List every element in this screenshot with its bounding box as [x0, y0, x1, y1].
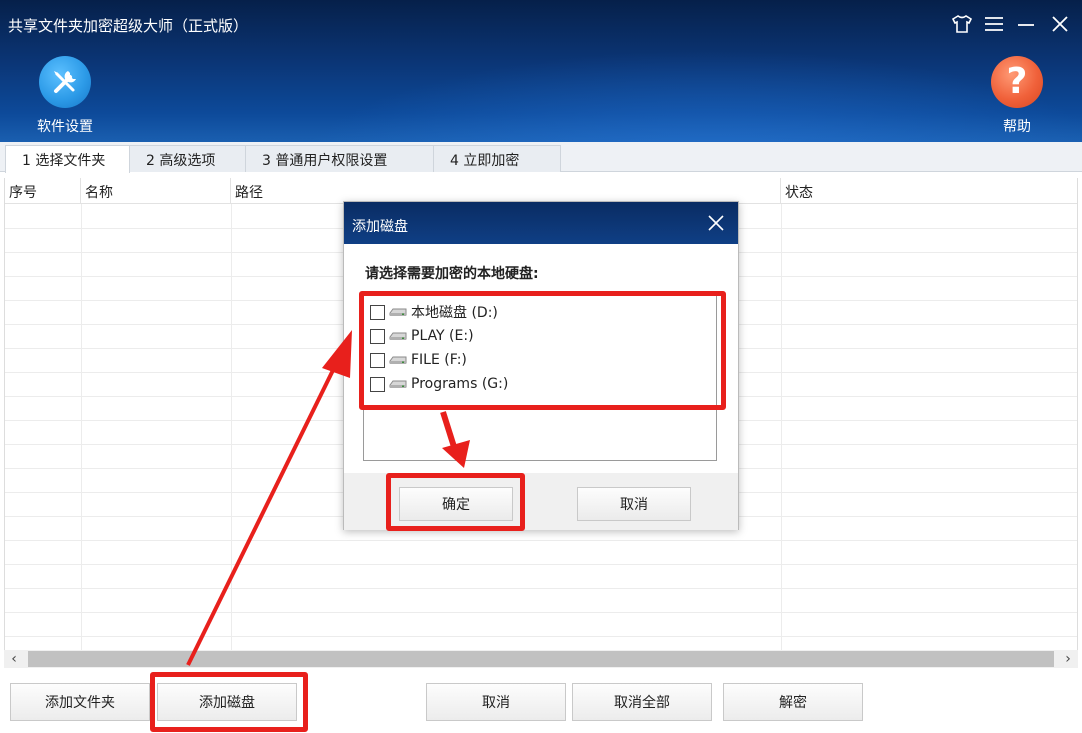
- scroll-left-icon[interactable]: ‹: [4, 650, 24, 668]
- scrollbar-thumb[interactable]: [28, 651, 1054, 667]
- app-header: 共享文件夹加密超级大师（正式版） 软件设置 ? 帮助: [0, 0, 1082, 142]
- table-row-line: [5, 588, 1077, 589]
- scroll-right-icon[interactable]: ›: [1058, 650, 1078, 668]
- shirt-icon[interactable]: [950, 12, 974, 36]
- column-header-status[interactable]: 状态: [781, 178, 1077, 204]
- menu-icon[interactable]: [982, 12, 1006, 36]
- cancel-all-button[interactable]: 取消全部: [572, 683, 712, 721]
- tab-encrypt-now[interactable]: 4 立即加密: [433, 145, 561, 172]
- tab-bar: 1 选择文件夹 2 高级选项 3 普通用户权限设置 4 立即加密: [0, 142, 1082, 173]
- table-column-line: [781, 204, 782, 650]
- add-folder-button[interactable]: 添加文件夹: [10, 683, 150, 721]
- table-column-line: [231, 204, 232, 650]
- help-button[interactable]: ? 帮助: [977, 56, 1057, 136]
- annotation-box-add-disk: [150, 672, 308, 732]
- table-row-line: [5, 612, 1077, 613]
- tab-advanced-options[interactable]: 2 高级选项: [129, 145, 246, 172]
- question-mark-icon: ?: [991, 56, 1043, 108]
- table-column-line: [81, 204, 82, 650]
- settings-button[interactable]: 软件设置: [25, 56, 105, 136]
- table-row-line: [5, 636, 1077, 637]
- help-label: 帮助: [1003, 119, 1031, 135]
- tab-select-folder[interactable]: 1 选择文件夹: [5, 145, 130, 173]
- dialog-title: 添加磁盘: [352, 219, 408, 235]
- minimize-icon[interactable]: [1014, 12, 1038, 36]
- table-row-line: [5, 540, 1077, 541]
- dialog-cancel-button[interactable]: 取消: [577, 487, 691, 521]
- dialog-prompt: 请选择需要加密的本地硬盘:: [365, 266, 539, 282]
- cancel-button[interactable]: 取消: [426, 683, 566, 721]
- close-icon[interactable]: [1048, 12, 1072, 36]
- window-title: 共享文件夹加密超级大师（正式版）: [8, 17, 249, 35]
- settings-label: 软件设置: [37, 119, 93, 135]
- tab-user-permissions[interactable]: 3 普通用户权限设置: [245, 145, 434, 172]
- wrench-screwdriver-icon: [39, 56, 91, 108]
- annotation-box-ok-button: [386, 473, 525, 531]
- decrypt-button[interactable]: 解密: [723, 683, 863, 721]
- table-row-line: [5, 564, 1077, 565]
- annotation-box-disk-list: [359, 291, 726, 410]
- dialog-titlebar: 添加磁盘: [344, 202, 738, 244]
- column-header-name[interactable]: 名称: [81, 178, 231, 204]
- horizontal-scrollbar[interactable]: ‹ ›: [4, 650, 1078, 668]
- column-header-index[interactable]: 序号: [5, 178, 81, 204]
- dialog-close-icon[interactable]: [706, 213, 726, 233]
